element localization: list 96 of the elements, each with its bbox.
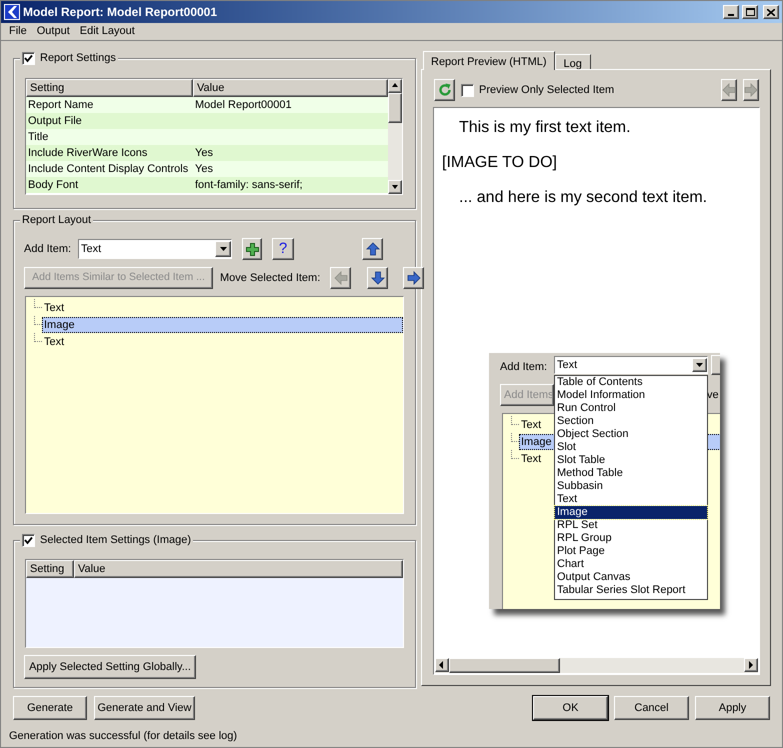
checkbox-label: Preview Only Selected Item: [479, 82, 616, 98]
app-logo-icon: [4, 4, 20, 20]
dropdown-option[interactable]: Run Control: [555, 402, 707, 415]
column-header[interactable]: Setting: [26, 79, 193, 97]
tree-item[interactable]: Text: [42, 300, 66, 316]
tab[interactable]: Log: [554, 54, 591, 70]
field-label: Move Selected Item:: [220, 270, 320, 286]
close-button[interactable]: [763, 5, 779, 19]
dropdown-option[interactable]: Chart: [555, 558, 707, 571]
dropdown-option[interactable]: Table of Contents: [555, 376, 707, 389]
tab[interactable]: Report Preview (HTML): [423, 51, 555, 70]
table-cell: font-family: sans-serif;: [193, 177, 388, 193]
group-title: Selected Item Settings (Image): [40, 532, 192, 548]
dropdown-option[interactable]: Image: [555, 506, 707, 519]
preview-text: [IMAGE TO DO]: [442, 154, 557, 172]
horizontal-scrollbar[interactable]: [435, 658, 758, 673]
arrow-left-icon: [722, 83, 736, 97]
table-cell: Include Content Display Controls: [26, 161, 193, 177]
dropdown-option[interactable]: Output Canvas: [555, 571, 707, 584]
maximize-icon: [746, 8, 754, 16]
close-icon: [767, 8, 775, 16]
add-button[interactable]: [242, 238, 262, 260]
table-cell: Title: [26, 129, 193, 145]
dropdown-option[interactable]: Method Table: [555, 467, 707, 480]
checkbox[interactable]: [461, 84, 474, 96]
checkbox[interactable]: [22, 534, 35, 546]
preview-text: This is my first text item.: [459, 119, 631, 137]
minimize-icon: [728, 14, 734, 16]
dropdown-option[interactable]: Object Section: [555, 428, 707, 441]
column-header[interactable]: Value: [74, 560, 403, 578]
move-up-button[interactable]: [362, 238, 383, 260]
dropdown-option[interactable]: Slot Table: [555, 454, 707, 467]
minimize-button[interactable]: [723, 5, 739, 19]
menu-item[interactable]: Output: [32, 23, 74, 40]
dialog-button[interactable]: Cancel: [614, 696, 689, 720]
scroll-right-button[interactable]: [744, 658, 758, 672]
scroll-down-button[interactable]: [388, 180, 402, 194]
table-cell: Yes: [193, 161, 388, 177]
tree-item[interactable]: Image: [42, 316, 403, 332]
field-label: Add Item:: [24, 242, 72, 257]
refresh-icon: [438, 83, 452, 97]
table-cell: Report Name: [26, 97, 193, 113]
maximize-button[interactable]: [742, 5, 758, 19]
tree-item[interactable]: Text: [42, 334, 66, 350]
dropdown-option[interactable]: RPL Set: [555, 519, 707, 532]
field-label: Add Item:: [500, 360, 548, 375]
field-label: ve: [707, 388, 719, 403]
dropdown-option[interactable]: Plot Page: [555, 545, 707, 558]
table-cell: Yes: [193, 145, 388, 161]
move-right-button[interactable]: [403, 267, 424, 289]
checkbox[interactable]: [22, 52, 35, 64]
menu-item[interactable]: File: [5, 23, 31, 40]
dropdown-option[interactable]: Tabular Series Slot Report: [555, 584, 707, 597]
dropdown-option[interactable]: Slot: [555, 441, 707, 454]
table-cell: Output File: [26, 113, 193, 129]
plus-icon: [246, 242, 258, 256]
refresh-button[interactable]: [434, 79, 455, 101]
column-header[interactable]: Setting: [26, 560, 74, 578]
scroll-thumb[interactable]: [449, 658, 560, 673]
dialog-button[interactable]: OK: [533, 696, 608, 720]
scroll-up-button[interactable]: [388, 79, 402, 93]
dropdown-option[interactable]: Section: [555, 415, 707, 428]
arrow-left-icon: [334, 271, 348, 285]
dialog-button[interactable]: Apply: [695, 696, 770, 720]
table-cell: Body Font: [26, 177, 193, 193]
action-button[interactable]: Generate and View: [94, 696, 195, 720]
arrow-right-icon: [406, 271, 421, 285]
dropdown-option[interactable]: Text: [555, 493, 707, 506]
tree-item[interactable]: Text: [519, 416, 544, 432]
arrow-right-icon: [746, 660, 756, 670]
group-title: Report Layout: [22, 212, 92, 228]
arrow-right-icon: [744, 83, 758, 97]
tree-item[interactable]: Text: [519, 450, 544, 466]
help-button[interactable]: ?: [272, 238, 294, 260]
column-header[interactable]: Value: [193, 79, 388, 97]
arrow-down-icon: [370, 271, 385, 285]
add-item-dropdown[interactable]: Text: [78, 239, 232, 259]
vertical-scrollbar[interactable]: [388, 79, 402, 194]
action-button[interactable]: Generate: [13, 696, 87, 720]
group-title: Report Settings: [40, 50, 116, 66]
dropdown-option[interactable]: Model Information: [555, 389, 707, 402]
apply-globally-button[interactable]: Apply Selected Setting Globally...: [24, 655, 196, 679]
table-cell: Model Report00001: [193, 97, 388, 113]
dropdown-option[interactable]: Subbasin: [555, 480, 707, 493]
move-down-button[interactable]: [367, 267, 388, 289]
arrow-up-icon: [366, 242, 380, 256]
scroll-thumb[interactable]: [388, 93, 402, 123]
dropdown-option[interactable]: RPL Group: [555, 532, 707, 545]
scroll-left-button[interactable]: [435, 658, 449, 672]
toolbar-button[interactable]: [711, 355, 720, 375]
add-item-dropdown[interactable]: Text: [554, 356, 708, 374]
status-text: Generation was successful (for details see log): [9, 728, 238, 744]
menu-item[interactable]: Edit Layout: [76, 23, 139, 40]
table-cell: Include RiverWare Icons: [26, 145, 193, 161]
preview-text: ... and here is my second text item.: [459, 189, 708, 207]
window-title: Model Report: Model Report00001: [23, 4, 218, 21]
